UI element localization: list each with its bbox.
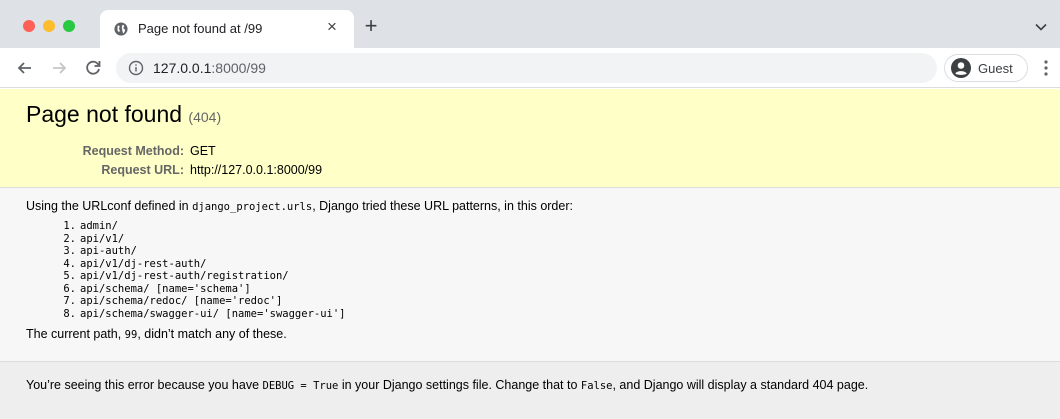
explanation-part-3: , and Django will display a standard 404…	[612, 378, 869, 392]
list-item: 7. api/schema/redoc/ [name='redoc']	[63, 295, 1034, 308]
minimize-window-button[interactable]	[43, 20, 55, 32]
intro-prefix: Using the URLconf defined in	[26, 199, 193, 213]
page-content: Page not found (404) Request Method: GET…	[0, 89, 1060, 419]
pattern-number: 5.	[63, 270, 76, 282]
pattern-number: 8.	[63, 307, 76, 320]
url-pattern-list: 1. admin/ 2. api/v1/ 3. api-auth/ 4. api/v1/…	[26, 220, 1034, 320]
pattern-text: api/schema/redoc/ [name='redoc']	[80, 295, 283, 307]
list-item: 2. api/v1/	[63, 232, 1034, 246]
profile-label: Guest	[978, 61, 1013, 76]
request-url-value: http://127.0.0.1:8000/99	[190, 163, 323, 177]
url-host: 127.0.0.1	[153, 60, 212, 76]
debug-explanation: You’re seeing this error because you hav…	[0, 361, 1060, 419]
path-prefix: The current path,	[26, 327, 125, 341]
list-item: 6. api/schema/ [name='schema']	[63, 282, 1034, 296]
list-item: 1. admin/	[63, 220, 1034, 233]
pattern-text: api-auth/	[80, 245, 137, 257]
error-info: Using the URLconf defined in django_proj…	[0, 188, 1060, 361]
explanation-text: You’re seeing this error because you hav…	[26, 377, 1034, 394]
pattern-number: 1.	[63, 220, 76, 232]
chevron-down-icon[interactable]	[1034, 20, 1048, 34]
maximize-window-button[interactable]	[63, 20, 75, 32]
more-vertical-icon[interactable]	[1040, 58, 1052, 78]
intro-suffix: , Django tried these URL patterns, in th…	[312, 199, 573, 213]
list-item: 3. api-auth/	[63, 245, 1034, 258]
error-summary: Page not found (404) Request Method: GET…	[0, 89, 1060, 188]
close-tab-icon[interactable]: ×	[322, 17, 342, 37]
profile-button[interactable]: Guest	[944, 54, 1028, 82]
request-method-label: Request Method:	[82, 144, 184, 158]
pattern-number: 3.	[63, 245, 76, 257]
pattern-text: api/v1/	[80, 232, 125, 245]
address-bar[interactable]: 127.0.0.1:8000/99	[116, 53, 937, 83]
tab-title: Page not found at /99	[138, 21, 263, 36]
browser-tab[interactable]: Page not found at /99 ×	[100, 10, 354, 48]
list-item: 5. api/v1/dj-rest-auth/registration/	[63, 270, 1034, 283]
urlconf-intro: Using the URLconf defined in django_proj…	[26, 198, 1034, 215]
pattern-text: admin/	[80, 220, 118, 232]
request-method-value: GET	[190, 144, 216, 158]
list-item: 4. api/v1/dj-rest-auth/	[63, 257, 1034, 271]
pattern-text: api/v1/dj-rest-auth/	[80, 257, 207, 270]
pattern-number: 4.	[63, 257, 76, 270]
reload-icon[interactable]	[82, 57, 104, 79]
path-suffix: , didn’t match any of these.	[137, 327, 287, 341]
explanation-part-1: You’re seeing this error because you hav…	[26, 378, 263, 392]
debug-setting-code: DEBUG = True	[262, 380, 339, 392]
current-path: 99	[124, 329, 138, 341]
forward-arrow-icon[interactable]	[48, 57, 70, 79]
globe-icon	[114, 22, 128, 36]
request-url-row: Request URL: http://127.0.0.1:8000/99	[26, 161, 322, 180]
request-method-row: Request Method: GET	[26, 142, 322, 161]
info-icon[interactable]	[128, 60, 144, 76]
new-tab-icon[interactable]: +	[360, 15, 382, 37]
page-title: Page not found (404)	[26, 99, 1034, 132]
pattern-number: 7.	[63, 295, 76, 307]
false-code: False	[580, 380, 613, 392]
pattern-number: 2.	[63, 232, 76, 245]
tab-strip: Page not found at /99 × +	[0, 0, 1060, 48]
error-title: Page not found	[26, 101, 183, 127]
avatar-icon	[951, 58, 971, 78]
current-path-message: The current path, 99, didn’t match any o…	[26, 326, 1034, 343]
pattern-text: api/schema/swagger-ui/ [name='swagger-ui…	[80, 307, 346, 320]
url-port-path: :8000/99	[211, 60, 266, 76]
urlconf-module: django_project.urls	[192, 201, 313, 213]
close-window-button[interactable]	[23, 20, 35, 32]
request-meta-table: Request Method: GET Request URL: http://…	[26, 142, 322, 180]
url-text[interactable]: 127.0.0.1:8000/99	[153, 60, 266, 76]
browser-toolbar: 127.0.0.1:8000/99 Guest	[0, 48, 1060, 88]
pattern-text: api/v1/dj-rest-auth/registration/	[80, 270, 289, 282]
back-arrow-icon[interactable]	[14, 57, 36, 79]
status-code: (404)	[188, 109, 222, 125]
list-item: 8. api/schema/swagger-ui/ [name='swagger-…	[63, 307, 1034, 321]
pattern-text: api/schema/ [name='schema']	[80, 282, 251, 295]
explanation-part-2: in your Django settings file. Change tha…	[338, 378, 581, 392]
request-url-label: Request URL:	[101, 163, 184, 177]
pattern-number: 6.	[63, 282, 76, 295]
